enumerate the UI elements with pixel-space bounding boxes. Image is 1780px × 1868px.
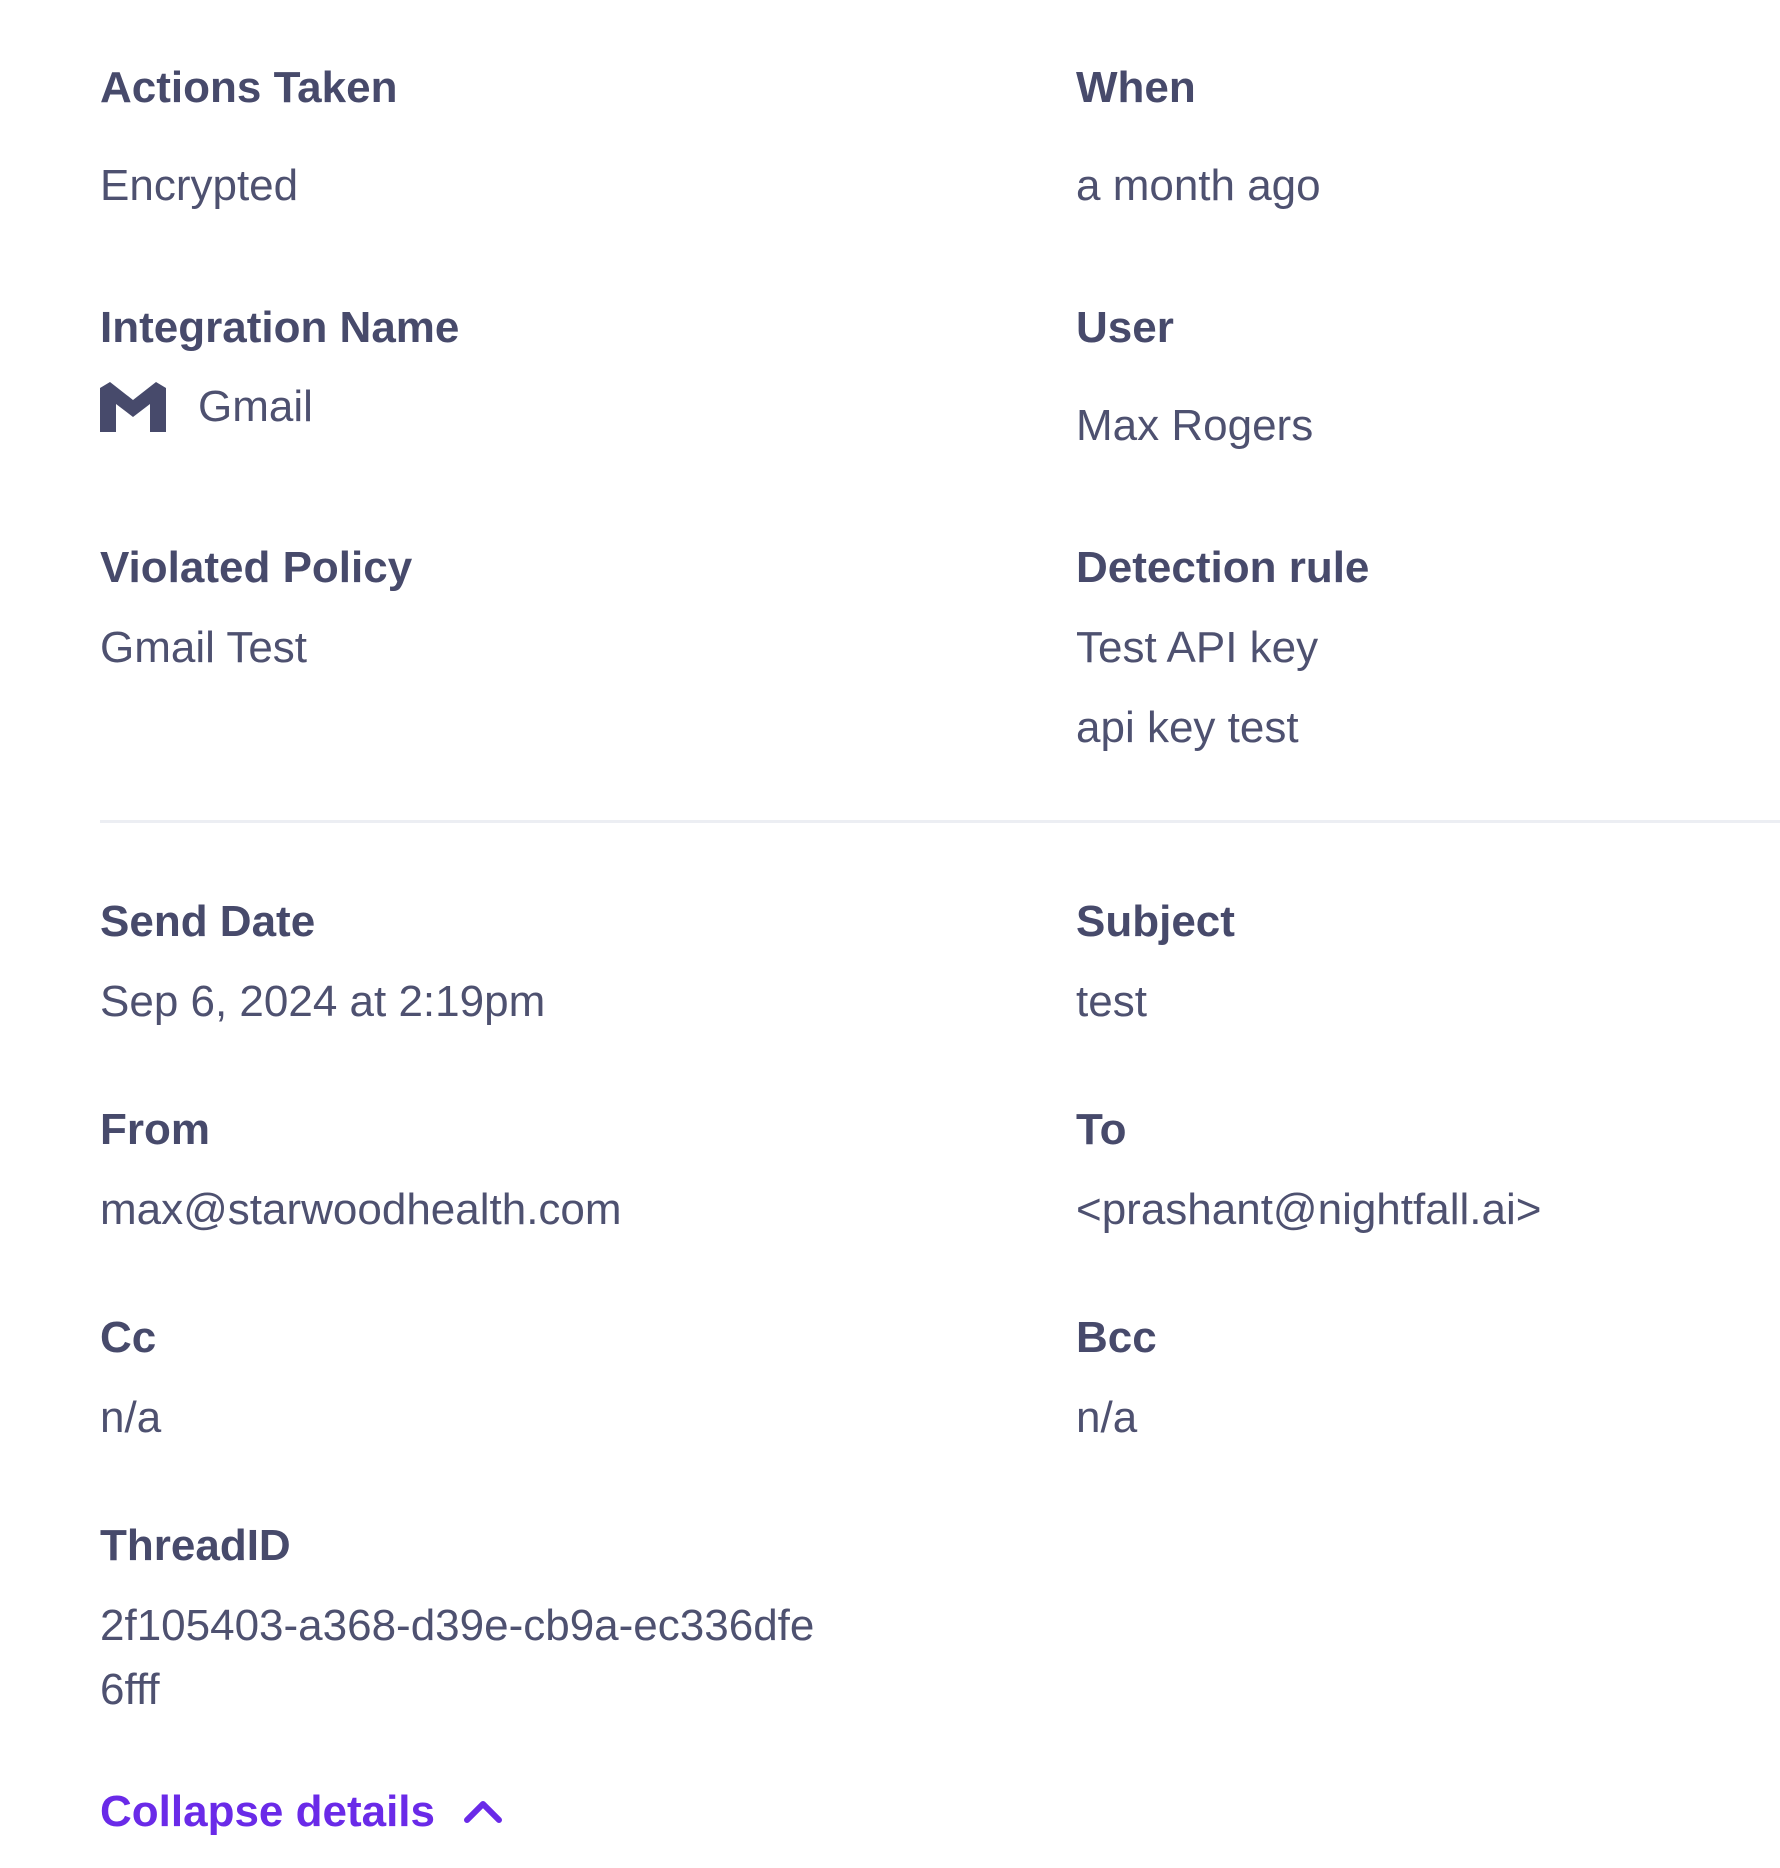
integration-name-value: Gmail [198,382,313,431]
cc-label: Cc [100,1313,157,1362]
user-label: User [1076,303,1174,352]
user-value: Max Rogers [1076,401,1314,450]
detection-rule-value: Test API key [1076,623,1319,672]
gmail-icon [100,382,166,432]
thread-id-value-line-1: 2f105403-a368-d39e-cb9a-ec336dfe [100,1601,815,1650]
cc-value: n/a [100,1393,162,1442]
integration-name-field: Integration Name Gmail [100,306,459,432]
when-value: a month ago [1076,161,1321,210]
from-label: From [100,1105,210,1154]
thread-id-value-line-2: 6fff [100,1665,160,1714]
violated-policy-field: Violated Policy Gmail Test [100,546,412,670]
section-divider [100,820,1780,823]
cc-field: Cc n/a [100,1316,161,1440]
integration-name-label: Integration Name [100,303,460,352]
when-field: When a month ago [1076,66,1321,208]
bcc-field: Bcc n/a [1076,1316,1157,1440]
actions-taken-field: Actions Taken Encrypted [100,66,397,208]
bcc-value: n/a [1076,1393,1138,1442]
detection-rule-label: Detection rule [1076,543,1370,592]
from-value: max@starwoodhealth.com [100,1185,622,1234]
to-field: To <prashant@nightfall.ai> [1076,1108,1541,1232]
subject-value: test [1076,977,1147,1026]
when-label: When [1076,63,1196,112]
user-field: User Max Rogers [1076,306,1313,448]
thread-id-label: ThreadID [100,1521,291,1570]
actions-taken-label: Actions Taken [100,63,398,112]
actions-taken-value: Encrypted [100,161,299,210]
from-field: From max@starwoodhealth.com [100,1108,622,1232]
to-value: <prashant@nightfall.ai> [1076,1185,1542,1234]
to-label: To [1076,1105,1127,1154]
thread-id-field: ThreadID 2f105403-a368-d39e-cb9a-ec336df… [100,1524,814,1712]
collapse-details-button[interactable]: Collapse details [100,1790,505,1834]
detection-rule-value: api key test [1076,703,1299,752]
send-date-field: Send Date Sep 6, 2024 at 2:19pm [100,900,545,1024]
subject-label: Subject [1076,897,1235,946]
send-date-label: Send Date [100,897,316,946]
send-date-value: Sep 6, 2024 at 2:19pm [100,977,546,1026]
integration-name-row: Gmail [100,382,459,432]
chevron-up-icon [461,1790,505,1834]
subject-field: Subject test [1076,900,1235,1024]
bcc-label: Bcc [1076,1313,1157,1362]
collapse-details-label: Collapse details [100,1787,436,1836]
violated-policy-value: Gmail Test [100,623,308,672]
detection-rule-field: Detection rule Test API key api key test [1076,546,1369,750]
violated-policy-label: Violated Policy [100,543,413,592]
